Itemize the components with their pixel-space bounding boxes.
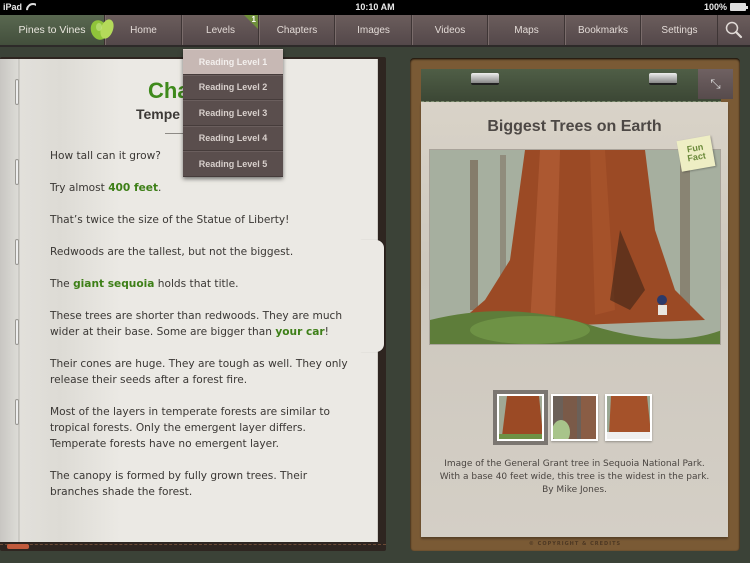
fun-fact-panel: ⤡ Biggest Trees on Earth Fun Fact Image … [410, 58, 740, 551]
ring-icon [15, 319, 19, 345]
paragraph-text: ! [324, 326, 329, 338]
battery-percent: 100% [703, 2, 727, 12]
ring-icon [15, 239, 19, 265]
highlighted-term[interactable]: your car [275, 326, 324, 338]
nav-settings-label: Settings [661, 24, 698, 36]
main-image[interactable] [429, 149, 721, 345]
paragraph-text: Try almost [50, 182, 109, 194]
nav-images[interactable]: Images [335, 15, 412, 45]
nav-bookmarks[interactable]: Bookmarks [565, 15, 641, 45]
sequoia-grove-thumb [553, 396, 596, 439]
paragraph-text: . [158, 182, 162, 194]
clip-icon [471, 73, 499, 85]
copyright-link[interactable]: © COPYRIGHT & CREDITS [410, 541, 740, 547]
nav-chapters[interactable]: Chapters [259, 15, 335, 45]
panel-paper: Biggest Trees on Earth Fun Fact Image of… [421, 102, 728, 537]
nav-bookmarks-label: Bookmarks [577, 24, 628, 36]
nav-maps-label: Maps [514, 24, 539, 36]
paragraph: Most of the layers in temperate forests … [50, 404, 350, 452]
spine-rings [15, 79, 21, 479]
paragraph: These trees are shorter than redwoods. T… [50, 308, 350, 340]
panel-title: Biggest Trees on Earth [487, 118, 662, 135]
nav-videos[interactable]: Videos [412, 15, 488, 45]
bookmark-ribbon[interactable] [7, 544, 29, 549]
chapter-subtitle: Tempe [136, 106, 181, 122]
reading-level-1[interactable]: Reading Level 1 [183, 49, 283, 75]
paragraph: The giant sequoia holds that title. [50, 276, 350, 292]
clipboard-header [421, 69, 721, 102]
paragraph-text: Most of the layers in temperate forests … [50, 406, 331, 450]
paragraph: Try almost 400 feet. [50, 180, 350, 196]
clip-icon [649, 73, 677, 85]
paragraph-text: Their cones are huge. They are tough as … [50, 358, 348, 386]
levels-badge-count: 1 [251, 15, 256, 24]
search-icon [725, 21, 743, 39]
battery-icon [730, 3, 748, 11]
nav-levels-label: Levels [206, 24, 235, 36]
paragraph-text: How tall can it grow? [50, 150, 161, 162]
paragraph: That’s twice the size of the Statue of L… [50, 212, 350, 228]
thumbnail-strip [421, 390, 728, 445]
nav-chapters-label: Chapters [276, 24, 318, 36]
highlighted-term[interactable]: giant sequoia [73, 278, 154, 290]
paragraph: The canopy is formed by fully grown tree… [50, 468, 350, 500]
sequoia-photo [430, 150, 720, 344]
paragraph: Redwoods are the tallest, but not the bi… [50, 244, 350, 260]
book-stitch [0, 544, 386, 547]
expand-button[interactable]: ⤡ [698, 69, 733, 99]
nav-videos-label: Videos [434, 24, 466, 36]
nav-home-label: Home [130, 24, 157, 36]
clock: 10:10 AM [355, 2, 395, 12]
reading-level-2[interactable]: Reading Level 2 [183, 74, 283, 100]
page-tab[interactable] [360, 240, 384, 352]
paragraph-text: The canopy is formed by fully grown tree… [50, 470, 308, 498]
sequoia-snow-thumb [607, 396, 650, 439]
thumbnail-2[interactable] [551, 394, 598, 441]
paragraph-text: The [50, 278, 74, 290]
nav-levels[interactable]: Levels 1 [182, 15, 259, 45]
expand-icon: ⤡ [710, 76, 721, 92]
thumbnail-3[interactable] [605, 394, 652, 441]
image-caption: Image of the General Grant tree in Sequo… [431, 458, 718, 497]
caption-line: With a base 40 feet wide, this tree is t… [439, 472, 710, 482]
brand-label: Pines to Vines [18, 24, 86, 36]
status-bar: iPad 10:10 AM 100% [0, 0, 750, 15]
thumbnail-1[interactable] [493, 390, 548, 445]
paragraph-text: Redwoods are the tallest, but not the bi… [50, 246, 294, 258]
paragraph-text: That’s twice the size of the Statue of L… [50, 214, 290, 226]
nav-maps[interactable]: Maps [488, 15, 565, 45]
paragraph: Their cones are huge. They are tough as … [50, 356, 350, 388]
ring-icon [15, 399, 19, 425]
chapter-content: How tall can it grow? Try almost 400 feet… [50, 148, 350, 516]
reading-level-5[interactable]: Reading Level 5 [183, 151, 283, 177]
levels-dropdown: Reading Level 1 Reading Level 2 Reading … [183, 49, 283, 177]
caption-line: Image of the General Grant tree in Sequo… [444, 459, 705, 469]
leaf-logo-icon [90, 19, 114, 40]
general-grant-thumb [499, 396, 542, 439]
caption-credit: By Mike Jones. [542, 485, 607, 495]
ring-icon [15, 159, 19, 185]
reading-level-3[interactable]: Reading Level 3 [183, 100, 283, 126]
nav-home[interactable]: Home [105, 15, 182, 45]
paragraph-text: holds that title. [154, 278, 239, 290]
nav-images-label: Images [357, 24, 390, 36]
fun-fact-note: Fun Fact [676, 135, 716, 172]
nav-settings[interactable]: Settings [641, 15, 718, 45]
search-button[interactable] [718, 15, 750, 45]
highlighted-term[interactable]: 400 feet [108, 182, 158, 194]
reading-level-4[interactable]: Reading Level 4 [183, 125, 283, 151]
ring-icon [15, 79, 19, 105]
